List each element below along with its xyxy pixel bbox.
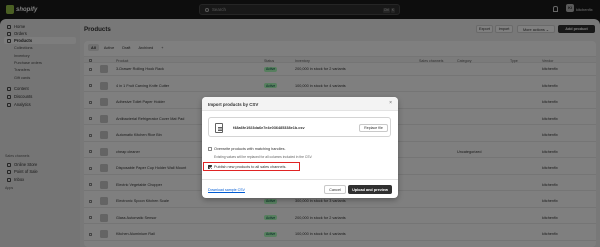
highlight-annotation — [203, 162, 300, 171]
cancel-button[interactable]: Cancel — [324, 185, 346, 194]
upload-and-preview-button[interactable]: Upload and preview — [348, 185, 392, 194]
overwrite-label: Overwrite products with matching handles… — [214, 147, 286, 151]
file-icon — [215, 123, 223, 133]
close-icon[interactable]: × — [389, 101, 392, 106]
replace-file-button[interactable]: Replace file — [359, 124, 388, 132]
overwrite-checkbox[interactable] — [208, 147, 212, 151]
import-csv-modal: Import products by CSV × f48a6fe1923da6e… — [202, 97, 398, 198]
modal-title: Import products by CSV — [208, 102, 259, 107]
overwrite-option[interactable]: Overwrite products with matching handles… — [208, 147, 286, 151]
overwrite-help-text: Existing values will be replaced for all… — [214, 155, 313, 159]
modal-header: Import products by CSV × — [202, 97, 398, 111]
file-name: f48a6fe1923da6e7e4e036485338e1b.csv — [233, 126, 305, 130]
modal-footer: Download sample CSV Cancel Upload and pr… — [202, 179, 398, 198]
file-dropzone[interactable]: f48a6fe1923da6e7e4e036485338e1b.csv Repl… — [208, 117, 391, 137]
download-sample-link[interactable]: Download sample CSV — [208, 188, 245, 192]
